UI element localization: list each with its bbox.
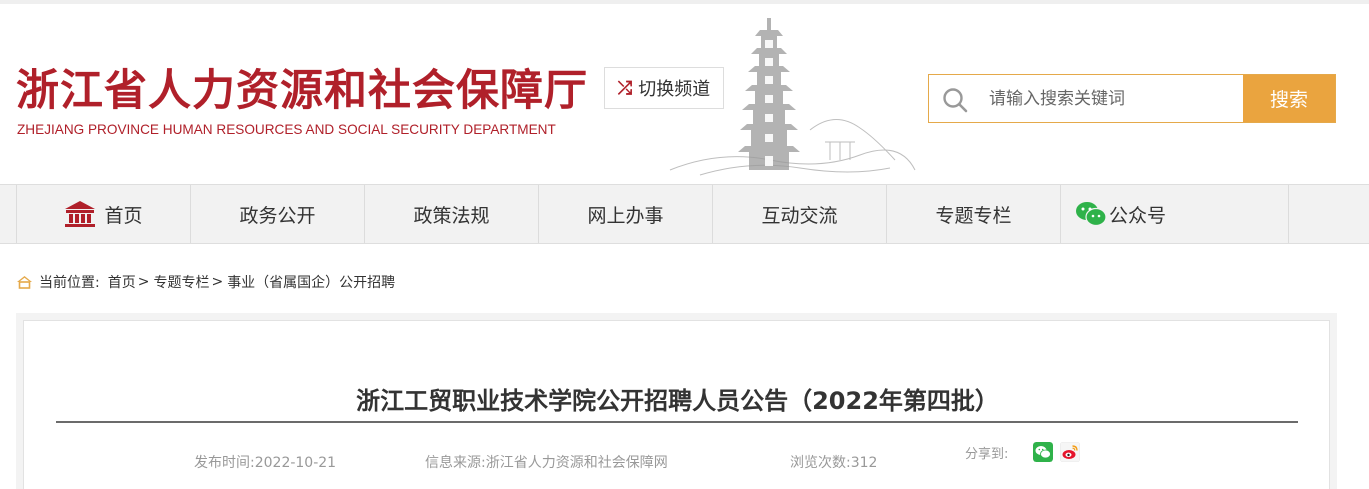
nav-item-official-account[interactable]: 公众号 [1061,185,1289,243]
nav-label-policies: 政策法规 [413,204,490,227]
view-count: 浏览次数:312 [790,455,878,471]
article-container: 浙江工贸职业技术学院公开招聘人员公告（2022年第四批） 发布时间:2022-1… [16,313,1337,489]
search-icon [943,88,968,113]
nav-label-official-account: 公众号 [1109,204,1167,227]
nav-label-government-affairs: 政务公开 [239,204,316,227]
pagoda-illustration [669,18,916,176]
article-panel: 浙江工贸职业技术学院公开招聘人员公告（2022年第四批） 发布时间:2022-1… [23,320,1330,489]
publish-time: 发布时间:2022-10-21 [194,455,337,471]
nav-label-home: 首页 [104,204,143,227]
breadcrumb-link-special-topics[interactable]: 专题专栏 [153,272,209,292]
breadcrumb-link-home[interactable]: 首页 [108,272,136,292]
site-logo-title[interactable]: 浙江省人力资源和社会保障厅 [16,56,588,118]
nav-label-interaction: 互动交流 [761,204,838,227]
breadcrumb-prefix: 当前位置: [39,275,100,291]
site-header: 浙江省人力资源和社会保障厅 ZHEJIANG PROVINCE HUMAN RE… [0,4,1369,184]
search-button[interactable]: 搜索 [1243,75,1335,122]
shuffle-icon: ⤮ [617,77,633,99]
nav-label-special-topics: 专题专栏 [935,204,1012,227]
article-title: 浙江工贸职业技术学院公开招聘人员公告（2022年第四批） [356,387,999,415]
nav-item-policies[interactable]: 政策法规 [365,185,539,243]
nav-item-interaction[interactable]: 互动交流 [713,185,887,243]
nav-item-home[interactable]: 首页 [16,185,191,243]
search-box: 搜索 [928,74,1336,123]
breadcrumb-separator: > [137,274,150,290]
home-icon [17,276,32,289]
nav-item-government-affairs[interactable]: 政务公开 [191,185,365,243]
breadcrumb-separator: > [211,274,224,290]
share-label: 分享到: [965,447,1009,462]
breadcrumb: 当前位置: 首页 > 专题专栏 > 事业（省属国企）公开招聘 [16,271,395,293]
building-icon [65,201,96,227]
share-wechat-icon[interactable] [1033,442,1053,462]
info-source: 信息来源:浙江省人力资源和社会保障网 [425,455,668,471]
nav-label-online-services: 网上办事 [587,204,664,227]
main-nav: 首页 政务公开 政策法规 网上办事 互动交流 专题专栏 公众号 [0,184,1369,244]
search-input[interactable] [989,83,1239,115]
nav-item-special-topics[interactable]: 专题专栏 [887,185,1061,243]
share-weibo-icon[interactable] [1060,442,1080,462]
nav-item-online-services[interactable]: 网上办事 [539,185,713,243]
breadcrumb-link-recruitment[interactable]: 事业（省属国企）公开招聘 [227,272,395,292]
site-logo-subtitle: ZHEJIANG PROVINCE HUMAN RESOURCES AND SO… [17,122,556,137]
title-divider [56,421,1298,423]
wechat-icon [1076,202,1107,227]
